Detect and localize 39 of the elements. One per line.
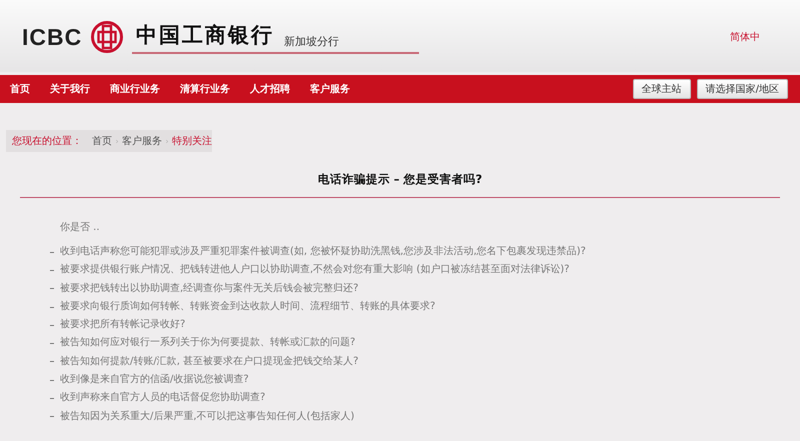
nav-item[interactable]: 清算行业务 [180, 82, 230, 96]
breadcrumb-link[interactable]: 客户服务 [122, 134, 162, 148]
language-link[interactable]: 简体中 [730, 30, 760, 44]
question-item: 收到声称来自官方人员的电话督促您协助调查? [60, 392, 266, 405]
question-item: 收到电话声称您可能犯罪或涉及严重犯罪案件被调查(如, 您被怀疑协助洗黑钱,您涉及非法活动,您名下包裹发现违禁品)? [60, 246, 586, 258]
bank-emblem-icon [90, 20, 124, 54]
breadcrumb-link[interactable]: 首页 [92, 134, 112, 148]
dash-icon [50, 361, 54, 362]
question-item: 被要求向银行质询如何转帐、转账资金到达收款人时间、流程细节、转账的具体要求? [60, 300, 436, 314]
dash-icon [50, 380, 54, 381]
breadcrumb-label: 您现在的位置： [12, 134, 82, 148]
logo-text: ICBC [22, 24, 82, 50]
region-button[interactable]: 请选择国家/地区 [696, 79, 788, 99]
dash-icon [50, 324, 54, 326]
dash-icon [50, 398, 54, 400]
dash-icon [50, 416, 54, 418]
region-button[interactable]: 全球主站 [632, 79, 691, 99]
question-item: 被告知如何应对银行一系列关于你为何要提款、转帐或汇款的问题? [60, 337, 356, 350]
question-item: 被要求把所有转帐记录收好? [60, 319, 186, 332]
question-item: 被告知因为关系重大/后果严重,不可以把这事告知任何人(包括家人) [60, 410, 354, 423]
nav-item[interactable]: 首页 [10, 82, 30, 96]
dash-icon [50, 270, 54, 271]
question-item: 收到像是来自官方的信函/收据说您被调查? [60, 374, 249, 386]
nav-item[interactable]: 人才招聘 [250, 82, 290, 96]
dash-icon [50, 306, 54, 308]
intro-text: 你是否 .. [60, 221, 101, 234]
dash-icon [50, 343, 54, 344]
breadcrumb-link[interactable]: 特别关注 [172, 134, 212, 148]
bank-name: 中国工商银行 [136, 22, 274, 48]
branch-name: 新加坡分行 [284, 34, 340, 48]
article-title: 电话诈骗提示 – 您是受害者吗? [20, 172, 780, 198]
dash-icon [50, 252, 54, 253]
dash-icon [50, 288, 54, 290]
question-item: 被告知如何提款/转账/汇款, 甚至被要求在户口提现金把钱交给某人? [60, 356, 358, 368]
question-item: 被要求提供银行账户情况、把钱转进他人户口以协助调查,不然会对您有重大影响 (如户口被冻结甚至面对法律诉讼)? [60, 264, 570, 277]
nav-item[interactable]: 关于我行 [50, 82, 90, 96]
question-item: 被要求把钱转出以协助调查,经调查你与案件无关后钱会被完整归还? [60, 282, 358, 295]
nav-item[interactable]: 商业行业务 [110, 82, 160, 96]
nav-item[interactable]: 客户服务 [310, 82, 350, 96]
